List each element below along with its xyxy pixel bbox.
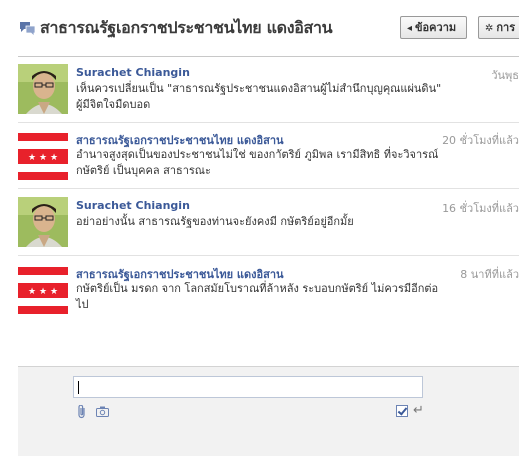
svg-text:★: ★ <box>28 287 36 297</box>
text-caret <box>78 381 79 394</box>
message-time: วันพุธ <box>491 69 519 82</box>
message-line: อย่าอย่างนั้น สาธารณรัฐของท่านจะยังคงมี … <box>76 215 354 228</box>
message-body: อำนาจสูงสุดเป็นของประชาชนไม่ใช่ ของกาัตร… <box>76 147 456 179</box>
avatar[interactable] <box>18 64 68 114</box>
message-line: ไป <box>76 298 89 311</box>
chevron-left-icon: ◂ <box>407 23 413 34</box>
svg-text:★: ★ <box>39 153 47 163</box>
thread-title: สาธารณรัฐเอกราชประชาชนไทย แดงอิสาน <box>40 18 333 37</box>
press-enter-to-send-checkbox[interactable] <box>396 405 408 417</box>
svg-text:★: ★ <box>39 287 47 297</box>
message-line: อำนาจสูงสุดเป็นของประชาชนไม่ใช่ ของกาัตร… <box>76 148 439 161</box>
message-line: เห็นควรเปลี่ยนเป็น "สาธารณรัฐประชาชนแดงอ… <box>76 82 442 95</box>
svg-text:★: ★ <box>50 287 58 297</box>
message-sender[interactable]: Surachet Chiangin <box>76 66 190 79</box>
person-photo-icon <box>18 197 68 247</box>
message-item: ★ ★ ★ สาธารณรัฐเอกราชประชาชนไทย แดงอิสาน… <box>18 123 519 189</box>
avatar[interactable]: ★ ★ ★ <box>18 264 68 314</box>
back-button-label: ข้อความ <box>415 21 457 34</box>
camera-icon[interactable] <box>96 406 109 417</box>
enter-key-icon: ↵ <box>413 403 424 418</box>
message-line: กษัตริย์เป็น มรดก จาก โลกสมัยโบราณที่ล้า… <box>76 282 439 295</box>
message-body: อย่าอย่างนั้น สาธารณรัฐของท่านจะยังคงมี … <box>76 214 456 230</box>
svg-text:★: ★ <box>28 153 36 163</box>
message-item: Surachet Chiangin วันพุธ เห็นควรเปลี่ยนเ… <box>18 57 519 123</box>
message-body: กษัตริย์เป็น มรดก จาก โลกสมัยโบราณที่ล้า… <box>76 281 456 313</box>
person-photo-icon <box>18 64 68 114</box>
actions-button-label: การ <box>496 21 516 34</box>
message-sender[interactable]: Surachet Chiangin <box>76 199 190 212</box>
message-line: กษัตริย์ เป็นบุคคล สาธารณะ <box>76 164 211 177</box>
back-to-messages-button[interactable]: ◂ ข้อความ <box>400 16 467 39</box>
paperclip-icon[interactable] <box>76 405 88 419</box>
red-flag-icon: ★ ★ ★ <box>18 130 68 180</box>
svg-text:★: ★ <box>50 153 58 163</box>
reply-input[interactable] <box>73 376 423 398</box>
message-body: เห็นควรเปลี่ยนเป็น "สาธารณรัฐประชาชนแดงอ… <box>76 81 456 113</box>
avatar[interactable]: ★ ★ ★ <box>18 130 68 180</box>
thread-header: สาธารณรัฐเอกราชประชาชนไทย แดงอิสาน ◂ ข้อค… <box>0 0 519 57</box>
message-line: ผู้มีจิตใจมืดบอด <box>76 98 151 111</box>
message-item: Surachet Chiangin 16 ชั่วโมงที่แล้ว อย่า… <box>18 189 519 256</box>
red-flag-icon: ★ ★ ★ <box>18 264 68 314</box>
message-item: ★ ★ ★ สาธารณรัฐเอกราชประชาชนไทย แดงอิสาน… <box>18 256 519 326</box>
actions-button[interactable]: ✲ การ <box>478 16 519 39</box>
gear-icon: ✲ <box>485 23 494 34</box>
messages-icon <box>20 22 36 36</box>
avatar[interactable] <box>18 197 68 247</box>
message-time: 8 นาทีที่แล้ว <box>460 268 519 281</box>
reply-composer: ↵ <box>18 366 519 456</box>
